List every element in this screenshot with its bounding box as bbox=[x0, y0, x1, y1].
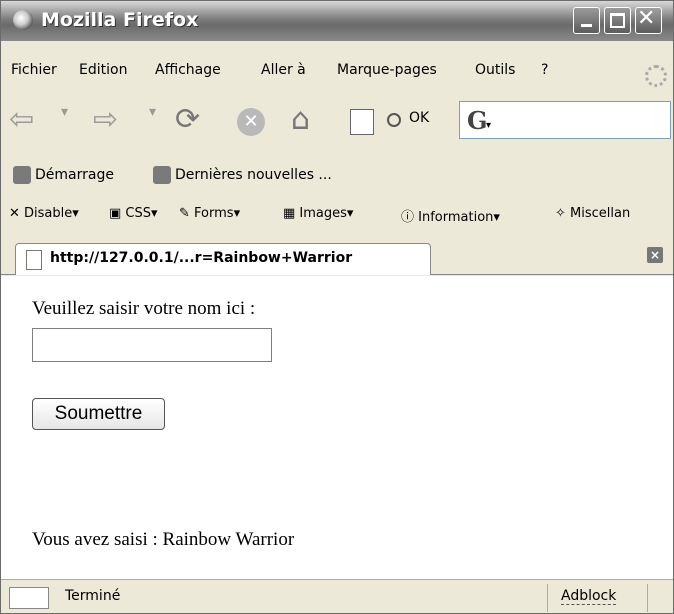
status-bar: Terminé Adblock bbox=[1, 579, 673, 613]
go-button-label[interactable]: OK bbox=[409, 110, 429, 126]
stop-button[interactable]: ✕ bbox=[237, 108, 265, 136]
search-engine-dropdown-icon[interactable]: ▾ bbox=[486, 120, 491, 131]
search-box[interactable]: G ▾ bbox=[459, 101, 671, 139]
status-divider bbox=[647, 584, 648, 612]
dev-information[interactable]: ⓘ Information▾ bbox=[401, 206, 500, 225]
firefox-icon bbox=[13, 10, 33, 30]
dev-css[interactable]: ▣ CSS▾ bbox=[109, 206, 158, 221]
menu-aller[interactable]: Aller à bbox=[261, 62, 306, 78]
submit-button[interactable]: Soumettre bbox=[32, 398, 165, 430]
throbber-icon bbox=[645, 65, 667, 87]
go-icon[interactable] bbox=[387, 113, 401, 127]
page-icon bbox=[26, 250, 42, 270]
back-button[interactable]: ⇦ bbox=[9, 102, 34, 137]
tab-current[interactable]: http://127.0.0.1/...r=Rainbow+Warrior bbox=[15, 243, 431, 275]
maximize-button[interactable] bbox=[604, 7, 631, 34]
minimize-button[interactable] bbox=[573, 7, 600, 34]
adblock-button[interactable]: Adblock bbox=[561, 588, 617, 605]
menu-edition[interactable]: Edition bbox=[79, 62, 127, 78]
menu-marque-pages[interactable]: Marque-pages bbox=[337, 62, 437, 78]
bookmark-demarrage[interactable]: Démarrage bbox=[13, 166, 114, 184]
dev-images[interactable]: ▦ Images▾ bbox=[283, 206, 353, 221]
menu-affichage[interactable]: Affichage bbox=[155, 62, 221, 78]
window-title: Mozilla Firefox bbox=[41, 9, 199, 31]
back-dropdown-icon[interactable]: ▾ bbox=[61, 104, 68, 120]
bookmark-dernieres-nouvelles[interactable]: Dernières nouvelles ... bbox=[153, 166, 332, 184]
rss-icon bbox=[153, 166, 171, 184]
close-window-button[interactable]: ✕ bbox=[635, 6, 662, 34]
tab-strip: http://127.0.0.1/...r=Rainbow+Warrior × bbox=[1, 235, 673, 275]
name-input[interactable] bbox=[32, 328, 272, 362]
forward-button[interactable]: ⇨ bbox=[93, 102, 118, 137]
search-engine-icon[interactable]: G bbox=[467, 106, 488, 135]
menu-outils[interactable]: Outils bbox=[475, 62, 515, 78]
result-text: Vous avez saisi : Rainbow Warrior bbox=[32, 529, 295, 550]
dev-forms[interactable]: ✎ Forms▾ bbox=[179, 206, 240, 221]
reload-button[interactable]: ⟳ bbox=[175, 102, 200, 137]
tab-label: http://127.0.0.1/...r=Rainbow+Warrior bbox=[50, 250, 353, 266]
browser-window: Mozilla Firefox ✕ Fichier Edition Affich… bbox=[0, 0, 674, 614]
close-icon: ✕ bbox=[637, 6, 656, 31]
name-prompt-label: Veuillez saisir votre nom ici : bbox=[32, 298, 256, 319]
page-content: Veuillez saisir votre nom ici : Soumettr… bbox=[1, 276, 673, 579]
status-icon bbox=[9, 587, 49, 609]
page-icon bbox=[350, 109, 374, 135]
menu-help[interactable]: ? bbox=[541, 62, 548, 78]
forward-dropdown-icon[interactable]: ▾ bbox=[149, 104, 156, 120]
title-bar: Mozilla Firefox ✕ bbox=[1, 1, 673, 41]
status-divider bbox=[547, 584, 548, 612]
bookmarks-toolbar: Démarrage Dernières nouvelles ... bbox=[1, 160, 673, 190]
bookmark-icon bbox=[13, 166, 31, 184]
menu-bar: Fichier Edition Affichage Aller à Marque… bbox=[1, 59, 673, 89]
status-text: Terminé bbox=[65, 588, 121, 604]
web-developer-toolbar: ✕ Disable▾ ▣ CSS▾ ✎ Forms▾ ▦ Images▾ ⓘ I… bbox=[1, 200, 673, 230]
home-button[interactable]: ⌂ bbox=[291, 102, 310, 137]
dev-disable[interactable]: ✕ Disable▾ bbox=[9, 206, 79, 221]
dev-miscellaneous[interactable]: ✧ Miscellan bbox=[555, 206, 630, 221]
close-tab-button[interactable]: × bbox=[647, 247, 663, 263]
menu-fichier[interactable]: Fichier bbox=[11, 62, 57, 78]
